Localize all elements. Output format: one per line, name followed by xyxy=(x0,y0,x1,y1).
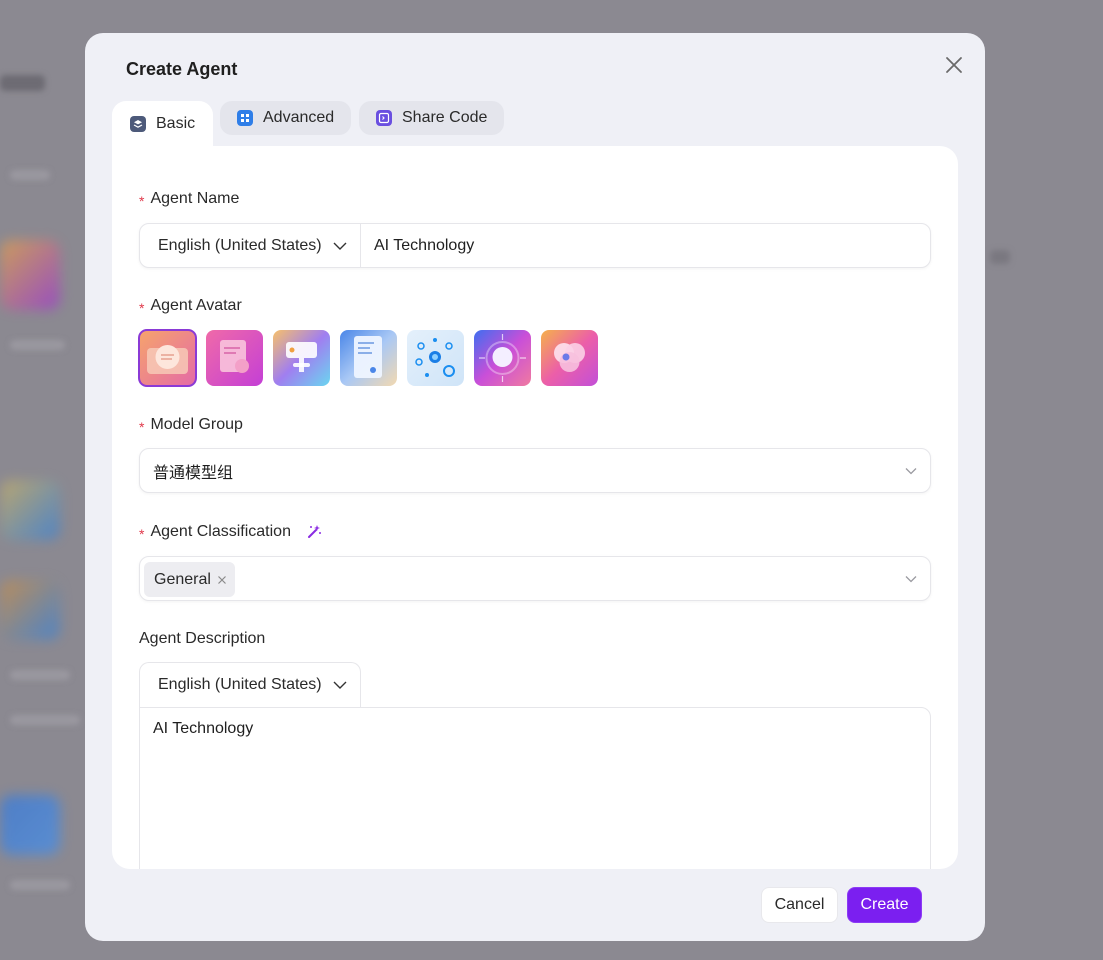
label-text: Agent Description xyxy=(139,630,266,647)
close-icon[interactable] xyxy=(217,575,227,585)
create-agent-dialog: Create Agent Basic Advanced Share Code *… xyxy=(85,33,985,941)
tab-share-code[interactable]: Share Code xyxy=(359,101,505,135)
cancel-button[interactable]: Cancel xyxy=(761,887,838,923)
language-value: English (United States) xyxy=(158,236,322,254)
magic-wand-icon[interactable] xyxy=(305,523,323,541)
bg-text xyxy=(10,715,80,725)
agent-classification-label: * Agent Classification xyxy=(139,523,323,542)
basic-settings-panel: * Agent Name English (United States) * A… xyxy=(112,146,958,869)
avatar-option[interactable] xyxy=(474,330,531,386)
required-marker: * xyxy=(139,526,145,542)
avatar-circles-icon xyxy=(554,343,585,372)
avatar-option[interactable] xyxy=(206,330,263,386)
avatar-report-icon xyxy=(354,336,382,378)
label-text: Agent Avatar xyxy=(150,297,242,314)
agent-name-language-select[interactable]: English (United States) xyxy=(140,224,361,267)
dialog-title: Create Agent xyxy=(126,59,238,79)
bg-text xyxy=(990,250,1010,264)
bg-card-icon xyxy=(0,480,60,540)
language-value: English (United States) xyxy=(158,676,322,693)
avatar-network-icon xyxy=(415,338,455,377)
label-text: Model Group xyxy=(150,416,243,433)
create-button[interactable]: Create xyxy=(847,887,922,923)
model-group-select[interactable]: 普通模型组 xyxy=(139,448,931,493)
grid-icon xyxy=(237,110,253,126)
avatar-picker xyxy=(138,329,598,387)
agent-name-label: * Agent Name xyxy=(139,190,240,209)
required-marker: * xyxy=(139,419,145,435)
tab-label: Basic xyxy=(156,115,196,132)
tab-label: Advanced xyxy=(263,109,335,126)
close-button[interactable] xyxy=(942,53,966,77)
agent-description-textarea[interactable]: AI Technology xyxy=(139,707,931,869)
bg-card-icon xyxy=(0,795,60,855)
avatar-signboard-icon xyxy=(286,342,317,372)
tab-basic[interactable]: Basic xyxy=(112,101,214,147)
bg-text xyxy=(10,670,70,680)
avatar-document-icon xyxy=(220,340,249,373)
avatar-option[interactable] xyxy=(407,330,464,386)
label-text: Agent Classification xyxy=(150,523,291,540)
agent-name-field: English (United States) xyxy=(139,223,931,268)
chevron-down-icon xyxy=(905,576,917,583)
code-icon xyxy=(376,110,392,126)
agent-name-input[interactable] xyxy=(374,224,920,267)
label-text: Agent Name xyxy=(150,190,240,207)
close-icon xyxy=(946,57,962,73)
bg-heading xyxy=(0,75,45,91)
avatar-option[interactable] xyxy=(273,330,330,386)
tab-label: Share Code xyxy=(402,109,488,126)
bg-text xyxy=(10,340,65,350)
bg-text xyxy=(10,880,70,890)
bg-text xyxy=(10,170,50,180)
avatar-option[interactable] xyxy=(340,330,397,386)
layers-icon xyxy=(130,116,146,132)
required-marker: * xyxy=(139,300,145,316)
classification-tag: General xyxy=(144,562,235,597)
chevron-down-icon xyxy=(333,242,347,250)
chevron-down-icon xyxy=(333,681,347,689)
agent-description-label: Agent Description xyxy=(139,630,265,648)
chevron-down-icon xyxy=(905,468,917,475)
agent-description-language-select[interactable]: English (United States) xyxy=(139,662,361,707)
avatar-option[interactable] xyxy=(138,329,197,387)
tab-advanced[interactable]: Advanced xyxy=(220,101,352,135)
avatar-option[interactable] xyxy=(541,330,598,386)
agent-classification-select[interactable]: General xyxy=(139,556,931,601)
avatar-bubble-icon xyxy=(147,345,188,374)
avatar-orb-icon xyxy=(479,334,526,382)
required-marker: * xyxy=(139,193,145,209)
agent-avatar-label: * Agent Avatar xyxy=(139,297,242,316)
model-group-value: 普通模型组 xyxy=(153,464,234,482)
bg-card-icon xyxy=(0,580,60,640)
tag-label: General xyxy=(154,570,211,588)
model-group-label: * Model Group xyxy=(139,416,243,435)
bg-card-icon xyxy=(0,240,60,310)
